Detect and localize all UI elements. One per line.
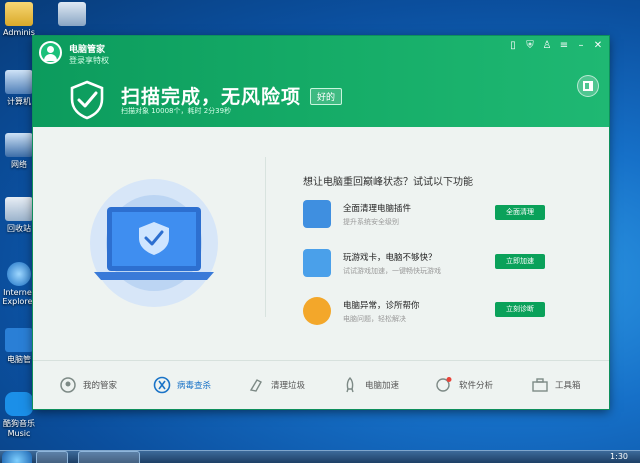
stethoscope-icon xyxy=(303,297,331,325)
app-name: 电脑管家 xyxy=(69,45,106,55)
kugou-music-icon xyxy=(5,392,33,416)
close-icon[interactable]: ✕ xyxy=(593,41,603,51)
nav-clean-junk[interactable]: 清理垃圾 xyxy=(247,361,305,409)
suggestion-subtitle: 提升系统安全级别 xyxy=(343,218,399,226)
desktop-icon-pcmgr[interactable]: 电脑管 xyxy=(2,328,36,365)
desktop-icon-label: 电脑管 xyxy=(7,355,31,364)
desktop-icon-label: Adminis xyxy=(3,28,35,37)
analysis-icon xyxy=(436,377,452,392)
rocket-icon xyxy=(346,377,354,393)
sidebar-toggle-button[interactable] xyxy=(577,75,599,97)
minimize-icon[interactable]: – xyxy=(576,41,586,51)
pc-manager-icon xyxy=(5,328,33,352)
nav-label: 病毒查杀 xyxy=(177,381,212,391)
desktop-icon-recycle[interactable]: 回收站 xyxy=(2,197,36,234)
suggestion-subtitle: 电脑问题，轻松解决 xyxy=(343,315,406,323)
shirt-icon[interactable]: ♙ xyxy=(542,41,552,51)
nav-my-butler[interactable]: 我的管家 xyxy=(59,361,117,409)
ok-button[interactable]: 好的 xyxy=(310,88,343,105)
clean-plugins-button[interactable]: 全面清理 xyxy=(495,205,545,220)
content-divider xyxy=(265,157,266,317)
network-computer-icon xyxy=(58,2,86,26)
desktop-icon-label: 回收站 xyxy=(7,224,31,233)
menu-icon[interactable]: ≡ xyxy=(559,41,569,51)
bottom-nav: 我的管家 病毒查杀 清理垃圾 电脑加速 软件分析 工具箱 xyxy=(33,360,609,409)
nav-label: 电脑加速 xyxy=(365,381,400,391)
taskbar: 1:30 xyxy=(0,450,640,463)
suggestion-item: 玩游戏卡，电脑不够快？ 试试游戏加速，一键畅快玩游戏 立即加速 xyxy=(303,249,557,283)
login-link[interactable]: 登录享特权 xyxy=(69,55,109,66)
taskbar-clock[interactable]: 1:30 xyxy=(610,451,628,463)
computer-icon xyxy=(5,70,33,94)
shield-icon[interactable]: ⛨ xyxy=(525,41,535,51)
desktop-icon-label: 计算机 xyxy=(7,97,31,106)
taskbar-item-pcmgr[interactable] xyxy=(78,451,140,463)
main-content: 想让电脑重回巅峰状态？试试以下功能 全面清理电脑插件 提升系统安全级别 全面清理… xyxy=(33,127,609,361)
phone-icon[interactable]: ▯ xyxy=(508,41,518,51)
desktop-icon-label: Internet Explorer xyxy=(2,288,36,306)
desktop-icon-label: 网络 xyxy=(11,160,27,169)
user-avatar[interactable] xyxy=(39,41,62,64)
puzzle-icon xyxy=(303,200,331,228)
broom-icon xyxy=(249,379,262,392)
shield-check-icon xyxy=(70,80,104,120)
network-icon xyxy=(5,133,33,157)
suggestion-question: 想让电脑重回巅峰状态？试试以下功能 xyxy=(303,177,473,188)
diagnose-button[interactable]: 立刻诊断 xyxy=(495,302,545,317)
desktop-icon-computer[interactable]: 计算机 xyxy=(2,70,36,107)
internet-explorer-icon xyxy=(7,262,31,286)
suggestion-item: 全面清理电脑插件 提升系统安全级别 全面清理 xyxy=(303,200,557,234)
nav-speed-up[interactable]: 电脑加速 xyxy=(341,361,399,409)
nav-label: 清理垃圾 xyxy=(271,381,306,391)
suggestion-subtitle: 试试游戏加速，一键畅快玩游戏 xyxy=(343,267,441,275)
virus-scan-icon xyxy=(153,376,171,394)
desktop-icon-network-share[interactable] xyxy=(55,2,89,28)
nav-virus-scan[interactable]: 病毒查杀 xyxy=(153,361,211,409)
toolbox-icon xyxy=(532,378,548,392)
rocket-icon xyxy=(303,249,331,277)
nav-toolbox[interactable]: 工具箱 xyxy=(531,361,581,409)
nav-software-analysis[interactable]: 软件分析 xyxy=(435,361,493,409)
desktop-icon-ie[interactable]: Internet Explorer xyxy=(2,262,36,306)
nav-label: 我的管家 xyxy=(83,381,118,391)
start-button[interactable] xyxy=(2,451,32,463)
desktop-icon-label: 酷狗音乐 Music xyxy=(3,419,35,438)
scan-result-title: 扫描完成，无风险项 xyxy=(121,86,302,108)
folder-icon xyxy=(5,2,33,26)
scan-summary: 扫描对象 10008个，耗时 2分39秒 xyxy=(121,107,232,115)
nav-label: 工具箱 xyxy=(555,381,581,391)
suggestion-item: 电脑异常，诊所帮你 电脑问题，轻松解决 立刻诊断 xyxy=(303,297,557,331)
desktop-icon-kugou[interactable]: 酷狗音乐 Music xyxy=(2,392,36,438)
suggestion-title: 电脑异常，诊所帮你 xyxy=(343,301,420,311)
suggestion-title: 玩游戏卡，电脑不够快？ xyxy=(343,253,437,263)
desktop-icon-admin[interactable]: Adminis xyxy=(2,2,36,37)
title-bar-controls: ▯ ⛨ ♙ ≡ – ✕ xyxy=(508,41,603,51)
laptop-shield-illustration xyxy=(90,179,218,307)
butler-icon xyxy=(60,377,76,393)
speed-up-button[interactable]: 立即加速 xyxy=(495,254,545,269)
window-header: 电脑管家 登录享特权 ▯ ⛨ ♙ ≡ – ✕ 扫描完成，无风险项 好的 扫描对象… xyxy=(33,36,609,127)
nav-label: 软件分析 xyxy=(459,381,494,391)
recycle-bin-icon xyxy=(5,197,33,221)
suggestion-title: 全面清理电脑插件 xyxy=(343,204,412,214)
pc-manager-window: 电脑管家 登录享特权 ▯ ⛨ ♙ ≡ – ✕ 扫描完成，无风险项 好的 扫描对象… xyxy=(33,36,609,409)
desktop-icon-network[interactable]: 网络 xyxy=(2,133,36,170)
taskbar-item-ie[interactable] xyxy=(36,451,68,463)
